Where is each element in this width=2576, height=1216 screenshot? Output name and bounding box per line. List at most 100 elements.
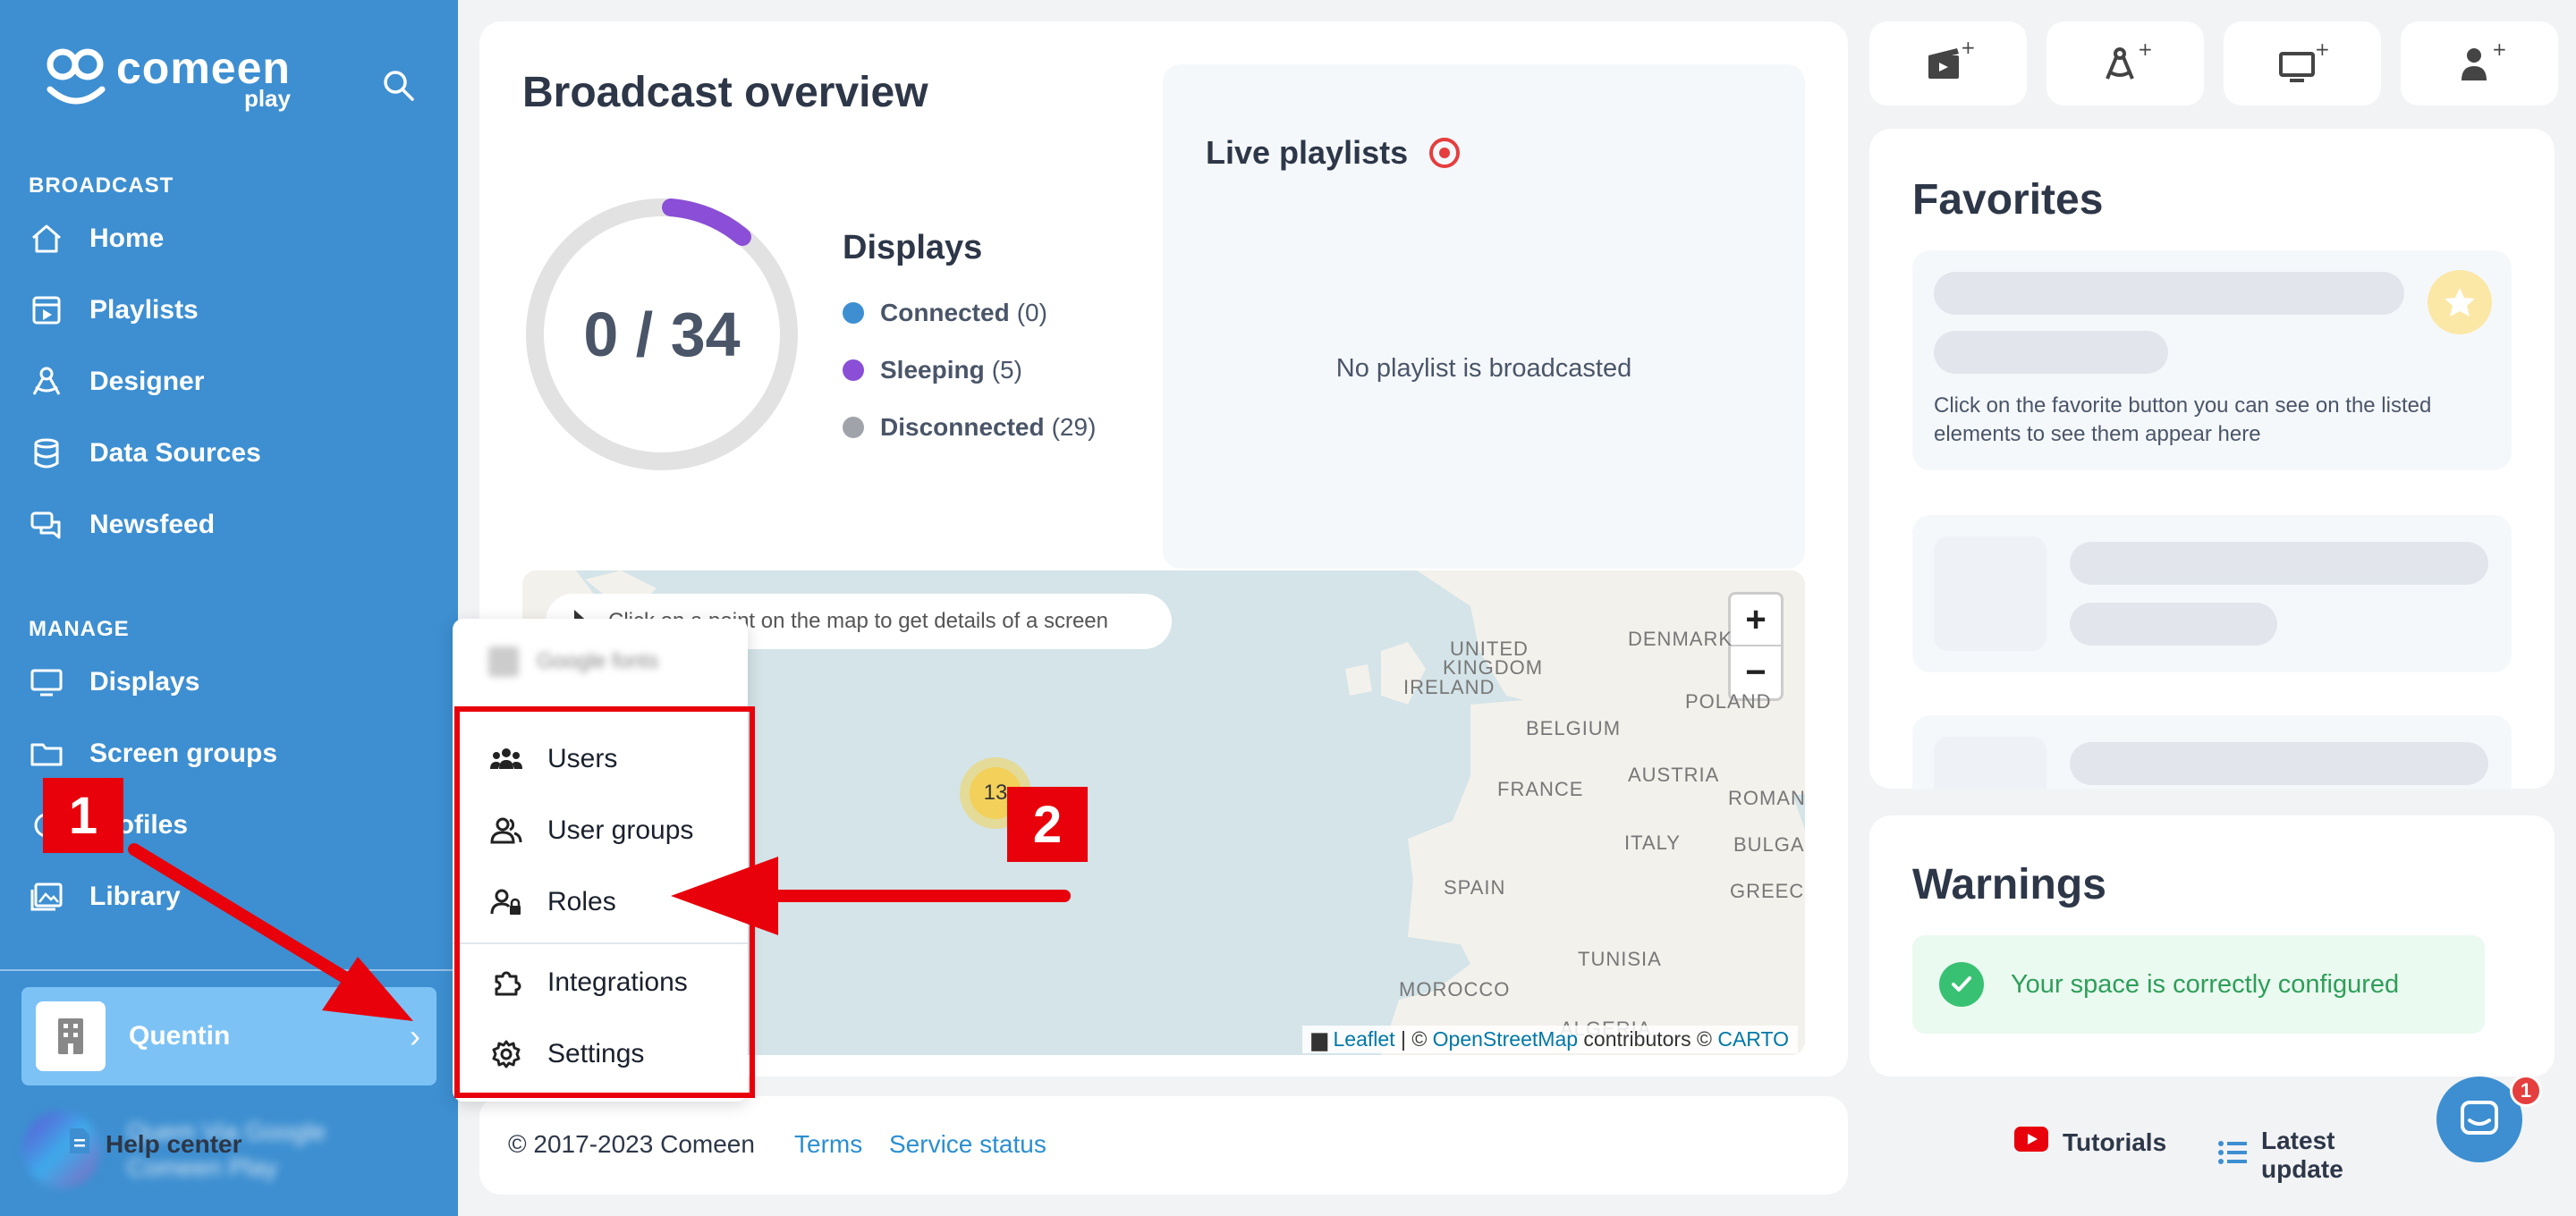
- add-user-button[interactable]: +: [2401, 21, 2558, 106]
- map-label: MOROCCO: [1399, 978, 1511, 1001]
- legend-sleeping[interactable]: Sleeping (5): [843, 356, 1022, 384]
- map-label: DENMARK: [1628, 628, 1733, 650]
- tutorials-link[interactable]: Tutorials: [2014, 1127, 2166, 1158]
- ukraine-flag-icon: ▆: [1311, 1027, 1328, 1051]
- skeleton-line: [1934, 272, 2404, 315]
- add-design-icon: +: [2106, 41, 2152, 80]
- add-display-button[interactable]: +: [2224, 21, 2381, 106]
- map-label: POLAND: [1685, 690, 1772, 713]
- legend-count: (0): [1016, 299, 1047, 326]
- blurred-menu-item[interactable]: Google fonts: [488, 644, 658, 680]
- check-icon: [1939, 962, 1984, 1007]
- warnings-title: Warnings: [1912, 861, 2106, 908]
- service-status-link[interactable]: Service status: [889, 1130, 1046, 1159]
- sidebar-item-label: Designer: [89, 367, 205, 396]
- warnings-card: Warnings Your space is correctly configu…: [1869, 815, 2555, 1077]
- config-ok-text: Your space is correctly configured: [2011, 969, 2400, 999]
- skeleton-card: [1912, 715, 2512, 789]
- sidebar-item-designer[interactable]: Designer: [27, 355, 204, 409]
- sidebar-item-library[interactable]: Library: [27, 870, 181, 924]
- map-label: AUSTRIA: [1628, 764, 1720, 786]
- sidebar-item-home[interactable]: Home: [27, 212, 164, 266]
- displays-title: Displays: [843, 229, 983, 266]
- osm-link[interactable]: OpenStreetMap: [1433, 1027, 1578, 1051]
- designer-icon: [27, 362, 66, 401]
- map-attribution: ▆ Leaflet | © OpenStreetMap contributors…: [1302, 1026, 1798, 1053]
- search-icon[interactable]: [381, 68, 417, 104]
- latest-update-link[interactable]: Latest update: [2218, 1127, 2343, 1184]
- live-playlists-panel: Live playlists No playlist is broadcaste…: [1163, 64, 1805, 569]
- sidebar-item-data-sources[interactable]: Data Sources: [27, 426, 261, 480]
- legend-label: Connected: [880, 299, 1010, 326]
- copyright: © 2017-2023 Comeen: [508, 1130, 755, 1158]
- live-record-icon: [1429, 138, 1461, 168]
- map-zoom-control: + −: [1728, 592, 1784, 701]
- skeleton-line: [2070, 603, 2277, 646]
- home-icon: [27, 219, 66, 258]
- legend-label: Disconnected: [880, 413, 1045, 441]
- favorites-empty-panel: Click on the favorite button you can see…: [1912, 250, 2512, 470]
- space-name: Quentin: [129, 1021, 231, 1051]
- map-point[interactable]: [758, 864, 778, 883]
- add-playlist-icon: +: [1928, 41, 1975, 79]
- newsfeed-icon: [27, 505, 66, 545]
- map-label: BELGIUM: [1526, 717, 1622, 739]
- attrib-text: | ©: [1394, 1027, 1433, 1051]
- legend-count: (29): [1051, 413, 1097, 441]
- legend-label: Sleeping: [880, 356, 985, 384]
- sidebar-item-newsfeed[interactable]: Newsfeed: [27, 498, 215, 552]
- add-display-icon: +: [2279, 41, 2329, 82]
- sidebar-item-label: Data Sources: [89, 438, 261, 468]
- comeen-logo[interactable]: comeen play: [43, 45, 291, 111]
- list-icon: [2218, 1140, 2247, 1171]
- sleeping-dot: [843, 359, 864, 381]
- skeleton-line: [2070, 742, 2488, 785]
- footer: © 2017-2023 Comeen Terms Service status …: [70, 1096, 2343, 1195]
- annotation-marker-2: 2: [1007, 787, 1088, 862]
- blurred-label: Google fonts: [537, 649, 659, 673]
- svg-text:+: +: [2315, 41, 2329, 60]
- live-empty-message: No playlist is broadcasted: [1335, 354, 1632, 383]
- skeleton-thumb: [1934, 737, 2046, 789]
- section-broadcast: BROADCAST: [29, 173, 174, 198]
- leaflet-link[interactable]: Leaflet: [1334, 1027, 1395, 1051]
- terms-link[interactable]: Terms: [794, 1130, 862, 1159]
- svg-text:+: +: [1961, 41, 1975, 58]
- svg-text:+: +: [2138, 41, 2152, 60]
- sidebar-item-label: Newsfeed: [89, 510, 216, 539]
- skeleton-thumb: [1934, 536, 2046, 651]
- add-user-icon: +: [2462, 41, 2506, 80]
- annotation-marker-1: 1: [43, 778, 123, 853]
- skeleton-line: [1934, 331, 2168, 374]
- library-icon: [27, 877, 66, 916]
- sidebar-item-playlists[interactable]: Playlists: [27, 283, 199, 337]
- favorites-title: Favorites: [1912, 176, 2104, 224]
- legend-connected[interactable]: Connected (0): [843, 299, 1047, 327]
- add-playlist-button[interactable]: +: [1869, 21, 2027, 106]
- favorites-hint: Click on the favorite button you can see…: [1934, 393, 2432, 446]
- disconnected-dot: [843, 417, 864, 438]
- star-icon: [2428, 270, 2492, 334]
- youtube-icon: [2014, 1127, 2048, 1158]
- config-ok-alert: Your space is correctly configured: [1912, 935, 2485, 1034]
- add-design-button[interactable]: +: [2046, 21, 2204, 106]
- chat-notification-badge: 1: [2510, 1075, 2542, 1107]
- help-center-link[interactable]: Help center: [68, 1127, 242, 1161]
- chat-icon: [2461, 1101, 2498, 1135]
- svg-text:+: +: [2492, 41, 2506, 60]
- logo-mark-icon: [43, 45, 109, 111]
- sidebar-item-label: Displays: [89, 667, 200, 697]
- sidebar-item-label: Library: [89, 882, 181, 911]
- space-switcher-button[interactable]: Quentin ›: [21, 987, 436, 1085]
- favorites-card: Favorites Click on the favorite button y…: [1869, 129, 2555, 789]
- carto-link[interactable]: CARTO: [1717, 1027, 1789, 1051]
- database-icon: [27, 434, 66, 473]
- legend-count: (5): [991, 356, 1022, 384]
- latest-update-label: Latest update: [2261, 1127, 2343, 1183]
- section-manage: MANAGE: [29, 617, 130, 641]
- displays-count: 0 / 34: [583, 300, 741, 369]
- zoom-in-button[interactable]: +: [1731, 595, 1781, 646]
- sidebar-item-screen-groups[interactable]: Screen groups: [27, 727, 277, 781]
- legend-disconnected[interactable]: Disconnected (29): [843, 413, 1096, 442]
- sidebar-item-displays[interactable]: Displays: [27, 655, 199, 709]
